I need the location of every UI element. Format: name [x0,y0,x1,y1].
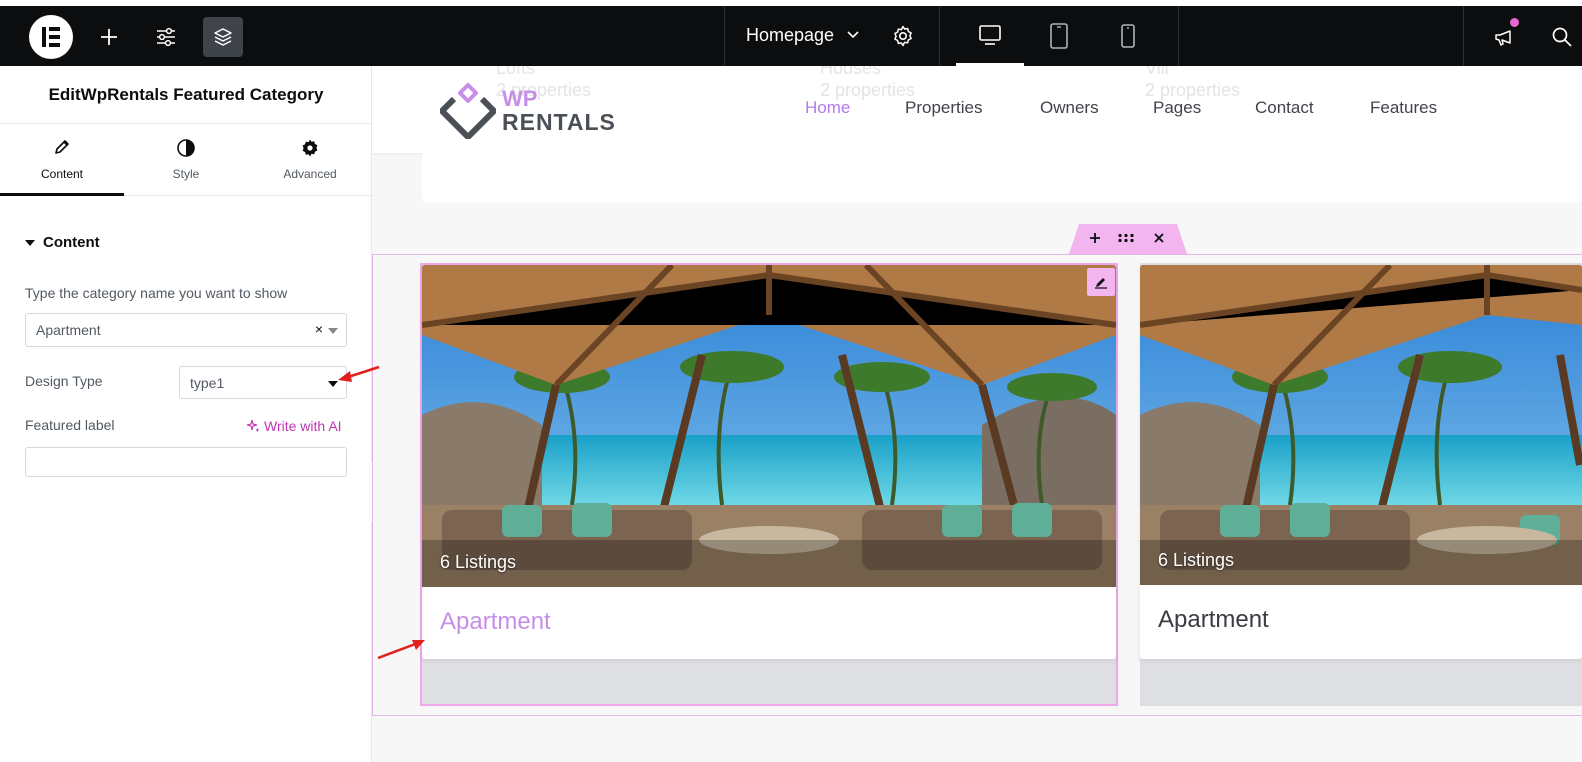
mobile-icon [1121,24,1135,48]
tab-label: Advanced [283,167,337,181]
gear-icon [302,139,318,157]
page-selector[interactable]: Homepage [724,6,940,66]
edit-widget-button[interactable] [1087,268,1115,296]
category-field-label: Type the category name you want to show [25,285,288,301]
layers-icon [214,28,232,46]
desktop-view-button[interactable] [956,6,1024,66]
nav-owners[interactable]: Owners [1040,98,1099,118]
page-name: Homepage [746,25,835,45]
listings-count: 6 Listings [1158,550,1235,570]
tab-label: Style [172,167,200,181]
plus-icon [1090,233,1100,243]
preview-canvas: Lofts 2 properties Houses 2 properties V… [372,66,1582,762]
chevron-down-icon [328,381,338,387]
topbar-divider [1463,6,1464,66]
nav-features[interactable]: Features [1370,98,1437,118]
half-circle-icon [177,139,195,157]
desktop-icon [979,24,1001,45]
tab-content[interactable]: Content [0,124,124,196]
mobile-view-button[interactable] [1094,6,1162,66]
editor-panel: EditWpRentals Featured Category Content … [0,66,372,762]
sliders-icon [157,27,175,47]
logo-text-bottom: RENTALS [502,109,616,135]
featured-label-label: Featured label [25,417,115,433]
content-strip [422,153,1582,203]
content-section-toggle[interactable]: Content [25,234,100,251]
nav-home[interactable]: Home [805,98,850,118]
pencil-icon [55,140,69,154]
listings-count: 6 Listings [440,552,517,572]
write-with-ai-label: Write with AI [264,418,342,434]
category-select-value: Apartment [36,322,101,338]
notification-dot [1510,18,1519,27]
elementor-editor: Homepage EditWpRentals Featured Category… [0,0,1582,762]
panel-title: EditWpRentals Featured Category [0,66,372,124]
category-title[interactable]: Apartment [1158,606,1269,634]
add-section-button[interactable] [1085,228,1105,248]
site-logo[interactable]: WP RENTALS [440,81,615,139]
plus-icon [101,29,117,45]
nav-pages[interactable]: Pages [1153,98,1201,118]
resort-photo [1140,265,1582,585]
featured-category-card[interactable]: 6 Listings Apartment [422,265,1116,659]
add-element-button[interactable] [89,17,129,57]
sparkle-icon [246,419,259,432]
category-title[interactable]: Apartment [440,608,551,636]
design-type-value: type1 [190,375,225,391]
tablet-view-button[interactable] [1025,6,1093,66]
megaphone-icon [1495,30,1511,46]
pencil-icon [1095,278,1107,289]
tab-advanced[interactable]: Advanced [248,124,372,196]
nav-contact[interactable]: Contact [1255,98,1314,118]
elementor-logo-icon[interactable] [29,15,73,59]
wp-rentals-logo-icon [440,83,496,139]
tab-label: Content [40,167,84,181]
write-with-ai-button[interactable]: Write with AI [246,418,342,434]
close-icon [1154,233,1164,243]
category-image [422,265,1116,587]
ghost-text: Lofts [496,66,536,78]
widget-column[interactable]: 6 Listings Apartment [1140,263,1582,706]
site-settings-button[interactable] [146,17,186,57]
featured-label-input[interactable] [25,447,347,477]
nav-properties[interactable]: Properties [905,98,982,118]
chevron-down-icon [328,328,338,334]
delete-section-button[interactable] [1149,228,1169,248]
ghost-text: Houses [820,66,882,78]
design-type-select[interactable]: type1 [179,366,347,399]
widget-column[interactable]: 6 Listings Apartment [420,263,1118,706]
site-header: Lofts 2 properties Houses 2 properties V… [372,66,1582,153]
clear-selection-button[interactable]: × [315,321,323,337]
drag-section-handle[interactable] [1116,228,1136,248]
ghost-text: Vill [1145,66,1169,78]
category-select[interactable]: Apartment × [25,313,347,347]
category-image [1140,265,1582,585]
tablet-icon [1050,23,1068,49]
editor-topbar: Homepage [0,6,1582,66]
search-icon [1552,27,1572,47]
resort-photo [422,265,1116,587]
chevron-down-icon [847,31,859,39]
caret-down-icon [25,239,35,246]
topbar-divider [1178,6,1179,66]
featured-category-card[interactable]: 6 Listings Apartment [1140,265,1582,659]
drag-dots-icon [1118,233,1134,243]
tab-style[interactable]: Style [124,124,248,196]
section-title: Content [43,234,100,251]
structure-button[interactable] [203,17,243,57]
section-handle [1069,224,1187,254]
search-button[interactable] [1542,17,1582,57]
panel-tabs: Content Style Advanced [0,124,372,196]
design-type-label: Design Type [25,373,103,389]
gear-icon[interactable] [891,24,915,48]
